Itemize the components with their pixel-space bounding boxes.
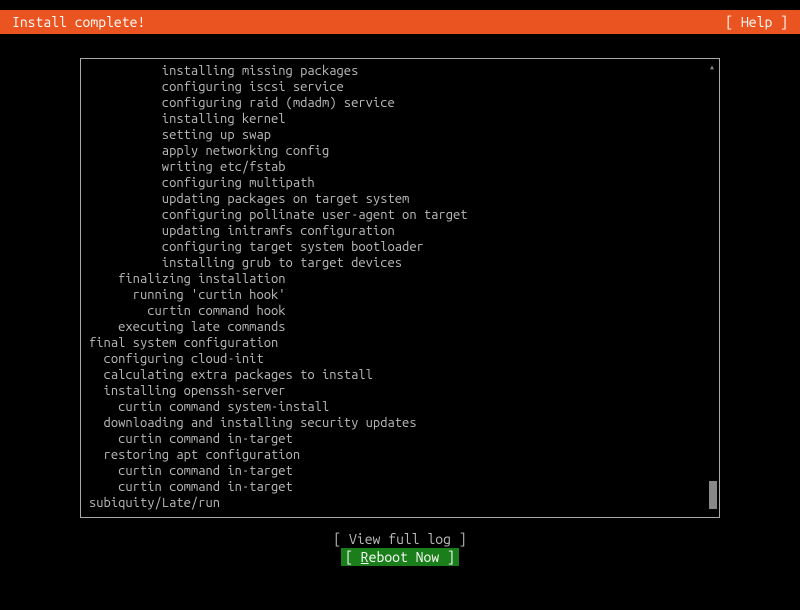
reboot-label-rest: eboot Now [369,549,440,565]
scroll-up-icon[interactable]: ▴ [709,61,717,69]
view-full-log-button[interactable]: [ View full log ] [333,530,466,548]
log-line: curtin command in-target [89,431,711,447]
log-line: configuring cloud-init [89,351,711,367]
log-line: running 'curtin hook' [89,287,711,303]
log-line: configuring raid (mdadm) service [89,95,711,111]
page-title: Install complete! [12,14,145,30]
reboot-bracket-open: [ [345,549,361,565]
log-line: curtin command hook [89,303,711,319]
log-line: configuring pollinate user-agent on targ… [89,207,711,223]
log-line: writing etc/fstab [89,159,711,175]
log-line: installing openssh-server [89,383,711,399]
reboot-bracket-close: ] [439,549,455,565]
log-line: setting up swap [89,127,711,143]
log-line: curtin command system-install [89,399,711,415]
help-button[interactable]: [ Help ] [725,14,788,30]
log-line: apply networking config [89,143,711,159]
scrollbar-thumb[interactable] [709,481,717,509]
log-line: configuring target system bootloader [89,239,711,255]
install-log-box: installing missing packages configuring … [80,58,720,518]
log-line: final system configuration [89,335,711,351]
log-line: downloading and installing security upda… [89,415,711,431]
log-line: installing kernel [89,111,711,127]
header-bar: Install complete! [ Help ] [0,10,800,34]
log-line: installing grub to target devices [89,255,711,271]
log-line: installing missing packages [89,63,711,79]
log-line: configuring multipath [89,175,711,191]
log-lines-container: installing missing packages configuring … [89,63,711,511]
reboot-underline: R [361,549,369,565]
footer-buttons: [ View full log ] [ Reboot Now ] [0,530,800,566]
log-line: configuring iscsi service [89,79,711,95]
log-line: restoring apt configuration [89,447,711,463]
log-line: calculating extra packages to install [89,367,711,383]
log-line: finalizing installation [89,271,711,287]
log-line: subiquity/Late/run [89,495,711,511]
log-line: updating packages on target system [89,191,711,207]
log-line: updating initramfs configuration [89,223,711,239]
reboot-now-button[interactable]: [ Reboot Now ] [341,548,459,566]
log-line: executing late commands [89,319,711,335]
log-line: curtin command in-target [89,463,711,479]
log-line: curtin command in-target [89,479,711,495]
